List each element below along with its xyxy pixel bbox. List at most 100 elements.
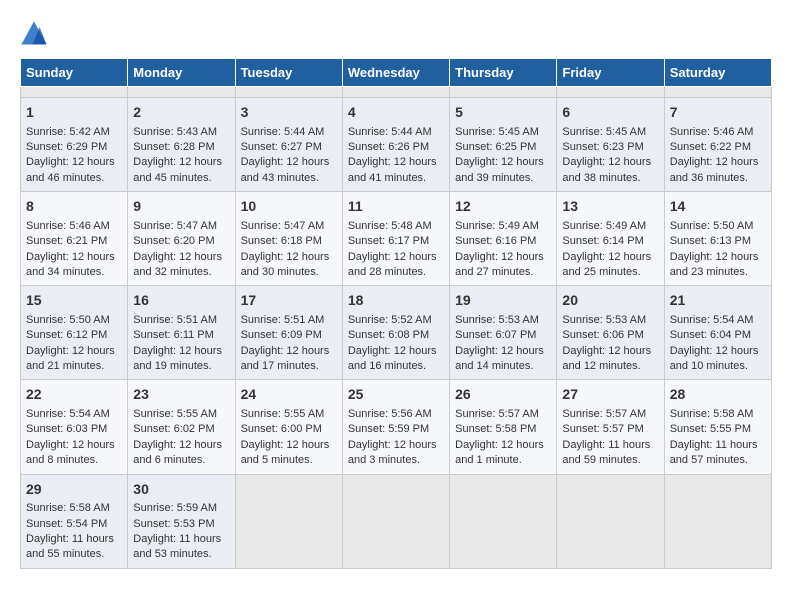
day-number: 21 — [670, 291, 766, 311]
day-number: 20 — [562, 291, 658, 311]
calendar-cell: 3Sunrise: 5:44 AMSunset: 6:27 PMDaylight… — [235, 98, 342, 192]
day-info: Sunset: 6:00 PM — [241, 422, 337, 437]
calendar-cell: 11Sunrise: 5:48 AMSunset: 6:17 PMDayligh… — [342, 192, 449, 286]
day-info: Sunset: 6:26 PM — [348, 140, 444, 155]
day-header: Friday — [557, 59, 664, 87]
day-info: Sunset: 5:53 PM — [133, 517, 229, 532]
day-info: Daylight: 12 hours and 25 minutes. — [562, 250, 658, 281]
day-info: Sunrise: 5:53 AM — [455, 313, 551, 328]
day-header: Monday — [128, 59, 235, 87]
calendar-cell — [235, 87, 342, 98]
day-number: 10 — [241, 197, 337, 217]
day-headers-row: SundayMondayTuesdayWednesdayThursdayFrid… — [21, 59, 772, 87]
day-header: Tuesday — [235, 59, 342, 87]
day-info: Sunset: 6:16 PM — [455, 234, 551, 249]
calendar-cell: 13Sunrise: 5:49 AMSunset: 6:14 PMDayligh… — [557, 192, 664, 286]
day-info: Sunrise: 5:44 AM — [241, 125, 337, 140]
day-info: Sunset: 6:18 PM — [241, 234, 337, 249]
calendar-cell: 5Sunrise: 5:45 AMSunset: 6:25 PMDaylight… — [450, 98, 557, 192]
calendar-cell: 29Sunrise: 5:58 AMSunset: 5:54 PMDayligh… — [21, 474, 128, 568]
calendar-week-row: 8Sunrise: 5:46 AMSunset: 6:21 PMDaylight… — [21, 192, 772, 286]
day-info: Sunset: 6:13 PM — [670, 234, 766, 249]
day-info: Sunset: 6:27 PM — [241, 140, 337, 155]
calendar-week-row — [21, 87, 772, 98]
day-header: Wednesday — [342, 59, 449, 87]
day-info: Sunrise: 5:49 AM — [455, 219, 551, 234]
calendar-cell: 9Sunrise: 5:47 AMSunset: 6:20 PMDaylight… — [128, 192, 235, 286]
day-info: Daylight: 12 hours and 45 minutes. — [133, 155, 229, 186]
day-info: Daylight: 12 hours and 12 minutes. — [562, 344, 658, 375]
calendar-cell: 10Sunrise: 5:47 AMSunset: 6:18 PMDayligh… — [235, 192, 342, 286]
day-number: 17 — [241, 291, 337, 311]
day-info: Daylight: 12 hours and 23 minutes. — [670, 250, 766, 281]
day-info: Sunset: 6:22 PM — [670, 140, 766, 155]
day-number: 4 — [348, 103, 444, 123]
day-info: Daylight: 12 hours and 36 minutes. — [670, 155, 766, 186]
day-info: Sunrise: 5:57 AM — [455, 407, 551, 422]
calendar-cell: 17Sunrise: 5:51 AMSunset: 6:09 PMDayligh… — [235, 286, 342, 380]
calendar-cell — [342, 474, 449, 568]
calendar-cell: 14Sunrise: 5:50 AMSunset: 6:13 PMDayligh… — [664, 192, 771, 286]
calendar-cell — [557, 474, 664, 568]
calendar-cell — [342, 87, 449, 98]
day-info: Sunrise: 5:55 AM — [133, 407, 229, 422]
calendar-week-row: 15Sunrise: 5:50 AMSunset: 6:12 PMDayligh… — [21, 286, 772, 380]
day-info: Daylight: 12 hours and 17 minutes. — [241, 344, 337, 375]
calendar-table: SundayMondayTuesdayWednesdayThursdayFrid… — [20, 58, 772, 569]
day-info: Daylight: 12 hours and 5 minutes. — [241, 438, 337, 469]
day-number: 9 — [133, 197, 229, 217]
day-info: Sunset: 6:25 PM — [455, 140, 551, 155]
day-info: Sunrise: 5:58 AM — [670, 407, 766, 422]
day-info: Sunset: 6:04 PM — [670, 328, 766, 343]
day-info: Daylight: 12 hours and 6 minutes. — [133, 438, 229, 469]
day-info: Sunset: 6:02 PM — [133, 422, 229, 437]
calendar-cell: 16Sunrise: 5:51 AMSunset: 6:11 PMDayligh… — [128, 286, 235, 380]
calendar-cell: 4Sunrise: 5:44 AMSunset: 6:26 PMDaylight… — [342, 98, 449, 192]
day-info: Daylight: 12 hours and 8 minutes. — [26, 438, 122, 469]
day-info: Sunset: 5:55 PM — [670, 422, 766, 437]
day-info: Sunset: 6:29 PM — [26, 140, 122, 155]
calendar-cell: 6Sunrise: 5:45 AMSunset: 6:23 PMDaylight… — [557, 98, 664, 192]
day-number: 3 — [241, 103, 337, 123]
calendar-week-row: 22Sunrise: 5:54 AMSunset: 6:03 PMDayligh… — [21, 380, 772, 474]
day-number: 8 — [26, 197, 122, 217]
day-number: 30 — [133, 480, 229, 500]
calendar-cell: 8Sunrise: 5:46 AMSunset: 6:21 PMDaylight… — [21, 192, 128, 286]
day-number: 27 — [562, 385, 658, 405]
day-header: Sunday — [21, 59, 128, 87]
day-info: Sunset: 6:09 PM — [241, 328, 337, 343]
day-header: Saturday — [664, 59, 771, 87]
calendar-cell — [235, 474, 342, 568]
calendar-cell: 2Sunrise: 5:43 AMSunset: 6:28 PMDaylight… — [128, 98, 235, 192]
day-number: 16 — [133, 291, 229, 311]
day-info: Daylight: 12 hours and 1 minute. — [455, 438, 551, 469]
day-info: Sunset: 6:28 PM — [133, 140, 229, 155]
day-info: Sunset: 5:59 PM — [348, 422, 444, 437]
calendar-cell — [128, 87, 235, 98]
page-header — [20, 20, 772, 48]
day-number: 13 — [562, 197, 658, 217]
day-info: Daylight: 12 hours and 10 minutes. — [670, 344, 766, 375]
day-info: Sunrise: 5:47 AM — [241, 219, 337, 234]
calendar-cell: 28Sunrise: 5:58 AMSunset: 5:55 PMDayligh… — [664, 380, 771, 474]
day-number: 6 — [562, 103, 658, 123]
day-info: Daylight: 12 hours and 14 minutes. — [455, 344, 551, 375]
day-info: Sunrise: 5:46 AM — [26, 219, 122, 234]
calendar-cell: 26Sunrise: 5:57 AMSunset: 5:58 PMDayligh… — [450, 380, 557, 474]
day-info: Daylight: 12 hours and 38 minutes. — [562, 155, 658, 186]
day-number: 29 — [26, 480, 122, 500]
calendar-cell — [664, 87, 771, 98]
day-info: Sunrise: 5:48 AM — [348, 219, 444, 234]
day-number: 7 — [670, 103, 766, 123]
day-header: Thursday — [450, 59, 557, 87]
day-number: 25 — [348, 385, 444, 405]
day-info: Sunrise: 5:56 AM — [348, 407, 444, 422]
day-info: Sunset: 6:17 PM — [348, 234, 444, 249]
day-info: Sunrise: 5:49 AM — [562, 219, 658, 234]
day-info: Sunset: 6:06 PM — [562, 328, 658, 343]
day-info: Sunrise: 5:45 AM — [455, 125, 551, 140]
day-info: Sunset: 6:03 PM — [26, 422, 122, 437]
day-info: Daylight: 11 hours and 55 minutes. — [26, 532, 122, 563]
calendar-cell: 22Sunrise: 5:54 AMSunset: 6:03 PMDayligh… — [21, 380, 128, 474]
day-info: Sunrise: 5:52 AM — [348, 313, 444, 328]
